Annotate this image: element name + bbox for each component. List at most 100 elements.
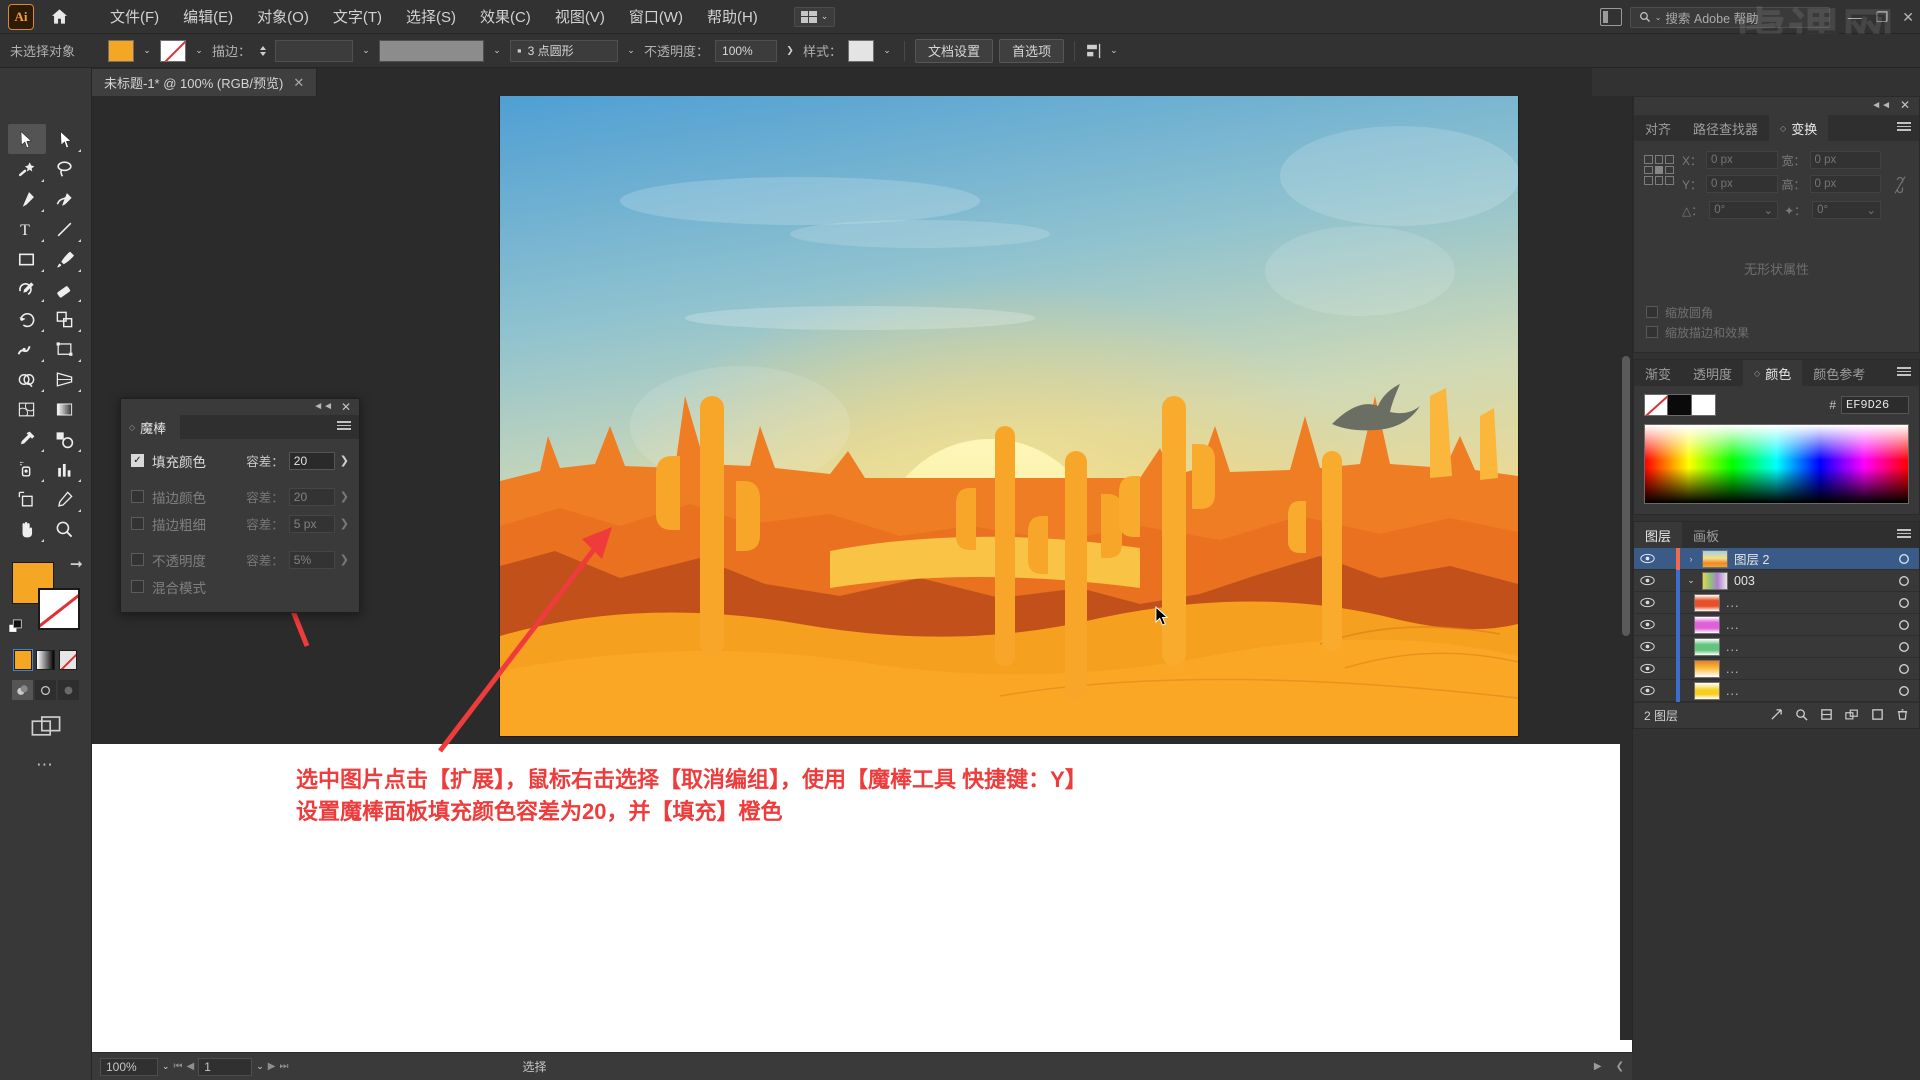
shaper-tool[interactable] [8, 274, 46, 304]
transform-h-input[interactable]: 0 px [1809, 175, 1881, 193]
target-indicator-icon[interactable] [1889, 619, 1919, 631]
style-dropdown-icon[interactable]: ⌄ [880, 40, 894, 62]
artboard-number-field[interactable]: 1 [198, 1057, 253, 1076]
fill-color-checkbox[interactable]: ✓ [131, 454, 144, 467]
zoom-level-field[interactable]: 100% [100, 1057, 158, 1076]
stroke-weight-stepper[interactable] [257, 40, 269, 62]
stroke-profile-field[interactable] [379, 39, 485, 62]
brush-dropdown-icon[interactable]: ⌄ [624, 40, 638, 62]
artboard[interactable] [500, 96, 1518, 736]
visibility-toggle-icon[interactable] [1634, 663, 1660, 674]
target-indicator-icon[interactable] [1889, 663, 1919, 675]
collapse-icon[interactable]: ◄◄ [313, 401, 333, 412]
more-tools-button[interactable]: ⋯ [0, 755, 91, 775]
magic-wand-tool[interactable] [8, 154, 46, 184]
close-icon[interactable]: ✕ [1900, 98, 1910, 112]
draw-inside-mode-button[interactable] [58, 680, 79, 700]
type-tool[interactable]: T [8, 214, 46, 244]
opacity-tolerance-input[interactable]: 5% [288, 550, 335, 569]
create-sublayer-icon[interactable] [1845, 708, 1859, 724]
menu-select[interactable]: 选择(S) [394, 2, 468, 31]
swap-fill-stroke-icon[interactable] [69, 558, 83, 577]
rectangle-tool[interactable] [8, 244, 46, 274]
opacity-checkbox[interactable] [131, 553, 144, 566]
white-swatch[interactable] [1692, 394, 1716, 416]
row-blending-mode[interactable]: 混合模式 [131, 573, 349, 600]
stroke-color-checkbox[interactable] [131, 490, 144, 503]
layer-row-3[interactable]: ... [1634, 613, 1919, 636]
target-indicator-icon[interactable] [1889, 685, 1919, 697]
free-transform-tool[interactable] [46, 334, 84, 364]
visibility-toggle-icon[interactable] [1634, 553, 1660, 564]
eraser-tool[interactable] [46, 274, 84, 304]
align-dropdown[interactable]: ⌄ [1085, 43, 1118, 59]
create-new-layer-icon[interactable] [1871, 708, 1884, 724]
scale-strokes-effects-checkbox[interactable] [1646, 326, 1658, 338]
stroke-weight-tolerance-input[interactable]: 5 px [288, 514, 335, 533]
artboard-dropdown-icon[interactable]: ⌄ [256, 1061, 264, 1072]
stroke-color-tolerance-expand-icon[interactable]: ❯ [340, 490, 349, 503]
collapse-icon[interactable]: ◄◄ [1871, 100, 1891, 111]
fill-tolerance-expand-icon[interactable]: ❯ [340, 454, 349, 467]
stroke-weight-dropdown-icon[interactable]: ⌄ [359, 40, 373, 62]
toolbar-stroke-swatch[interactable] [38, 588, 80, 630]
tab-transform[interactable]: ◇ 变换 [1769, 115, 1829, 141]
width-tool[interactable] [8, 334, 46, 364]
transform-y-input[interactable]: 0 px [1706, 175, 1778, 193]
fill-dropdown-icon[interactable]: ⌄ [140, 40, 154, 62]
hand-tool[interactable] [8, 514, 46, 544]
tab-gradient[interactable]: 渐变 [1634, 360, 1682, 386]
target-indicator-icon[interactable] [1889, 575, 1919, 587]
hex-input[interactable]: EF9D26 [1841, 396, 1909, 414]
tab-color[interactable]: ◇ 颜色 [1743, 360, 1803, 386]
graphic-style-swatch[interactable] [848, 39, 875, 62]
tab-artboards[interactable]: 画板 [1682, 522, 1730, 548]
rotate-tool[interactable] [8, 304, 46, 334]
layer-row-0[interactable]: › 图层 2 [1634, 547, 1919, 570]
scrollbar-thumb[interactable] [1622, 356, 1630, 636]
target-indicator-icon[interactable] [1889, 553, 1919, 565]
none-fill-mode-button[interactable] [58, 650, 77, 670]
search-layers-icon[interactable] [1795, 708, 1808, 724]
make-clipping-mask-icon[interactable] [1820, 708, 1833, 724]
visibility-toggle-icon[interactable] [1634, 597, 1660, 608]
stroke-profile-dropdown-icon[interactable]: ⌄ [490, 40, 504, 62]
tab-layers[interactable]: 图层 [1634, 522, 1683, 548]
transform-x-input[interactable]: 0 px [1706, 151, 1778, 169]
expand-layer-icon[interactable]: › [1680, 554, 1702, 564]
status-collapse-icon[interactable]: ❮ [1616, 1061, 1624, 1072]
artboard-nav-last[interactable]: ⏭ [280, 1061, 289, 1072]
artboard-nav-prev[interactable]: ◀ [187, 1061, 195, 1072]
document-tab[interactable]: 未标题-1* @ 100% (RGB/预览) ✕ [92, 69, 318, 96]
menu-type[interactable]: 文字(T) [321, 2, 394, 31]
panel-menu-icon[interactable] [337, 421, 351, 430]
preferences-button[interactable]: 首选项 [999, 38, 1065, 63]
default-fill-stroke-icon[interactable] [8, 619, 24, 640]
canvas-vertical-scrollbar[interactable] [1620, 96, 1632, 1040]
workspace-switcher[interactable]: ⌄ [793, 6, 836, 27]
layer-row-2[interactable]: ... [1634, 591, 1919, 614]
stroke-weight-checkbox[interactable] [131, 517, 144, 530]
minimize-button[interactable]: — [1848, 9, 1862, 25]
close-button[interactable]: ✕ [1902, 9, 1914, 26]
status-expand-icon[interactable]: ▶ [1594, 1061, 1602, 1072]
artboard-tool[interactable] [8, 484, 46, 514]
menu-object[interactable]: 对象(O) [245, 2, 321, 31]
layer-name-3[interactable]: ... [1726, 618, 1889, 632]
visibility-toggle-icon[interactable] [1634, 575, 1660, 586]
eyedropper-tool[interactable] [8, 424, 46, 454]
symbol-sprayer-tool[interactable] [8, 454, 46, 484]
scale-corners-option[interactable]: 缩放圆角 [1646, 302, 1907, 322]
layer-name-5[interactable]: ... [1726, 662, 1889, 676]
menu-window[interactable]: 窗口(W) [617, 2, 695, 31]
row-stroke-weight[interactable]: 描边粗细 容差： 5 px ❯ [131, 510, 349, 537]
none-swatch[interactable] [1644, 394, 1668, 416]
blending-mode-checkbox[interactable] [131, 580, 144, 593]
reference-point-selector[interactable] [1644, 155, 1674, 185]
visibility-toggle-icon[interactable] [1634, 641, 1660, 652]
status-text-group[interactable]: 选择 [403, 1058, 1590, 1075]
panel-menu-icon[interactable] [1897, 367, 1911, 376]
magic-wand-titlebar[interactable]: ◄◄ ✕ [121, 399, 359, 415]
direct-selection-tool[interactable] [46, 124, 84, 154]
color-fill-mode-button[interactable] [12, 649, 34, 671]
